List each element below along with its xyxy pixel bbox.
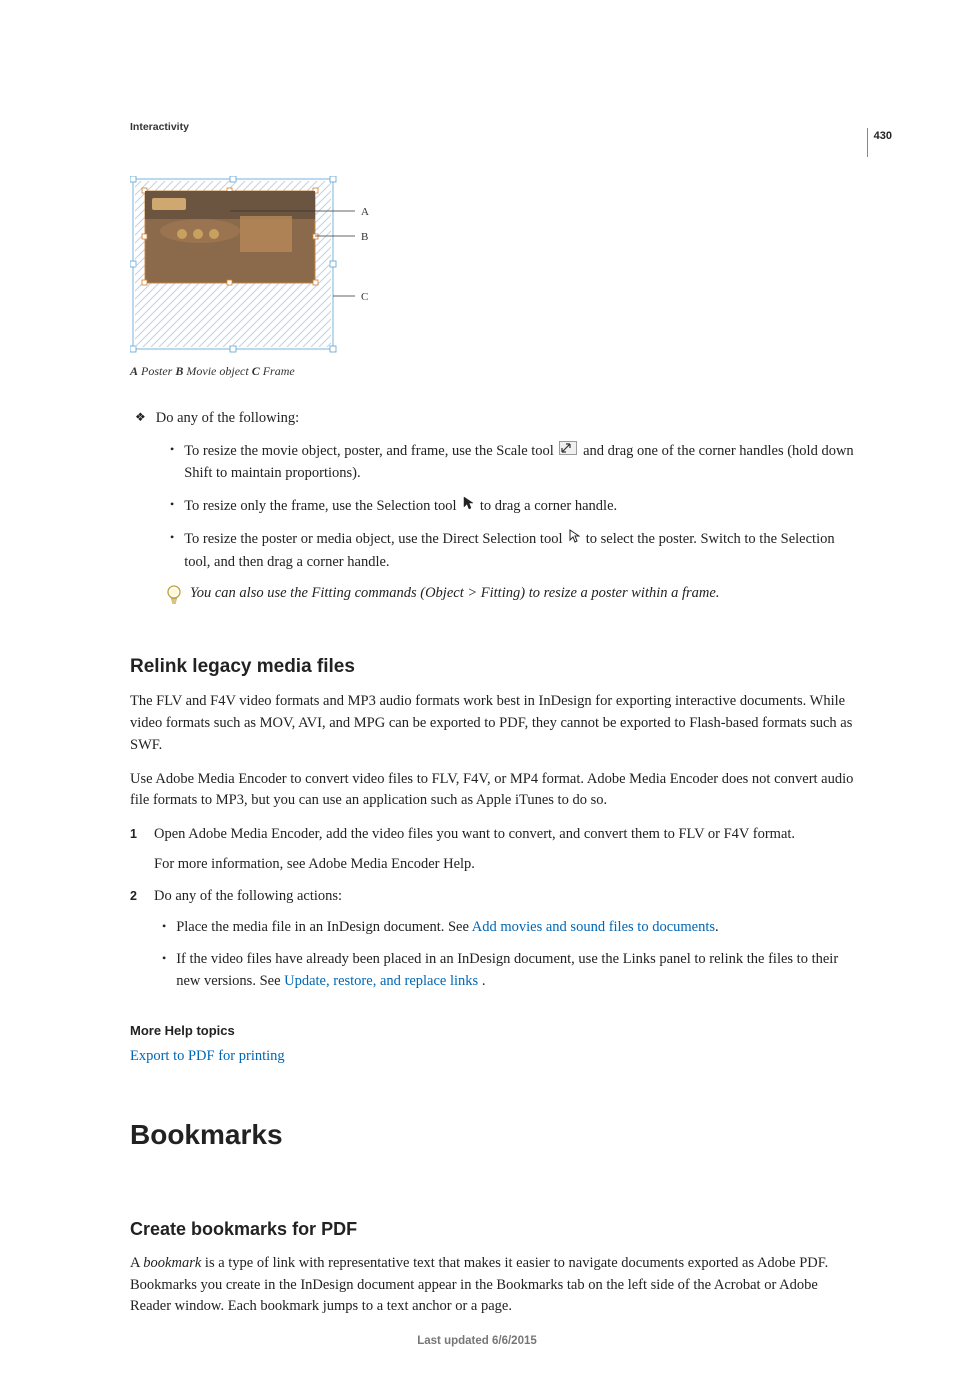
step-text: Open Adobe Media Encoder, add the video … [154, 824, 859, 846]
step-item: 2 Do any of the following actions: • Pla… [130, 886, 859, 993]
heading-relink-legacy: Relink legacy media files [130, 653, 859, 682]
list-item: • To resize only the frame, use the Sele… [170, 495, 859, 518]
callout-B: B [361, 231, 368, 243]
list-item: • Place the media file in an InDesign do… [154, 917, 859, 939]
bullet-icon: • [170, 495, 174, 514]
list-item-text: To resize the movie object, poster, and … [184, 440, 859, 485]
step-item: 1 Open Adobe Media Encoder, add the vide… [130, 824, 859, 876]
list-item-text: To resize the poster or media object, us… [184, 528, 859, 573]
page-number: 430 [867, 128, 892, 157]
list-item-text: To resize only the frame, use the Select… [184, 495, 617, 518]
caption-c-letter: C [252, 364, 260, 378]
bullet-icon: • [162, 917, 166, 936]
bullet-icon: • [170, 440, 174, 459]
more-help-heading: More Help topics [130, 1021, 859, 1041]
step-text: Do any of the following actions: [154, 886, 859, 908]
step2-sublist: • Place the media file in an InDesign do… [154, 917, 859, 992]
caption-c-text: Frame [260, 364, 295, 378]
link-update-restore[interactable]: Update, restore, and replace links [284, 973, 478, 989]
instruction-lead-text: Do any of the following: [156, 408, 299, 430]
caption-a-text: Poster [138, 364, 175, 378]
paragraph: Use Adobe Media Encoder to convert video… [130, 769, 859, 813]
lightbulb-icon [166, 583, 182, 613]
paragraph: The FLV and F4V video formats and MP3 au… [130, 691, 859, 756]
instruction-lead: ❖ Do any of the following: [130, 408, 859, 430]
link-add-movies[interactable]: Add movies and sound files to documents [472, 919, 715, 935]
page: 430 Interactivity [0, 0, 954, 1390]
caption-b-text: Movie object [183, 364, 251, 378]
resize-options-list: • To resize the movie object, poster, an… [170, 440, 859, 574]
caption-a-letter: A [130, 364, 138, 378]
heading-create-bookmarks: Create bookmarks for PDF [130, 1216, 859, 1243]
step-text-extra: For more information, see Adobe Media En… [154, 854, 859, 876]
callout-C: C [361, 291, 368, 303]
relink-steps: 1 Open Adobe Media Encoder, add the vide… [130, 824, 859, 993]
direct-selection-tool-icon [568, 528, 580, 550]
step-number: 2 [130, 887, 137, 906]
list-item: • If the video files have already been p… [154, 949, 859, 993]
italic-term: bookmark [143, 1255, 201, 1271]
bullet-icon: • [162, 949, 166, 968]
section-label: Interactivity [130, 120, 859, 136]
figure-svg: A B C [130, 176, 370, 356]
list-item-text: If the video files have already been pla… [176, 949, 859, 993]
selection-tool-icon [462, 495, 474, 517]
scale-tool-icon [559, 440, 577, 462]
figure-caption: A Poster B Movie object C Frame [130, 362, 859, 380]
tip-text: You can also use the Fitting commands (O… [190, 583, 719, 605]
paragraph-bookmark-intro: A bookmark is a type of link with repres… [130, 1253, 859, 1318]
heading-bookmarks: Bookmarks [130, 1114, 859, 1156]
bullet-icon: • [170, 528, 174, 547]
step-number: 1 [130, 825, 137, 844]
callout-A: A [361, 206, 369, 218]
list-item: • To resize the poster or media object, … [170, 528, 859, 573]
list-item-text: Place the media file in an InDesign docu… [176, 917, 718, 939]
link-export-pdf[interactable]: Export to PDF for printing [130, 1046, 859, 1068]
list-item: • To resize the movie object, poster, an… [170, 440, 859, 485]
diamond-bullet-icon: ❖ [135, 408, 146, 426]
footer-last-updated: Last updated 6/6/2015 [0, 1333, 954, 1350]
figure-movie-frame: A B C [130, 176, 859, 356]
tip: You can also use the Fitting commands (O… [166, 583, 859, 613]
